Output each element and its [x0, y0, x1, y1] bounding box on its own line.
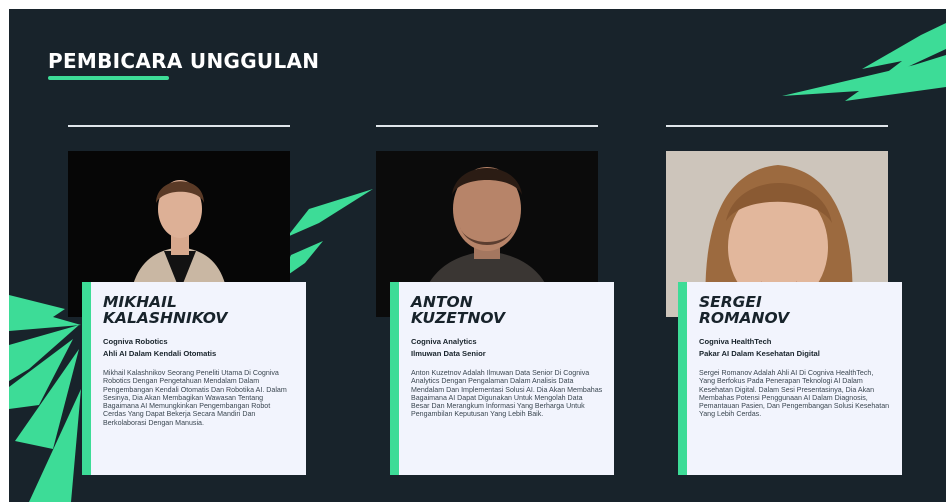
speaker-name: SERGEI ROMANOV — [699, 293, 790, 327]
speaker-bio: Sergei Romanov Adalah Ahli AI Di Cogniva… — [699, 369, 890, 419]
divider-line — [376, 125, 598, 127]
speaker-bio: Anton Kuzetnov Adalah Ilmuwan Data Senio… — [411, 369, 603, 419]
speaker-role: Ilmuwan Data Senior — [411, 349, 486, 358]
title-underline — [48, 76, 169, 80]
speaker-company: Cogniva HealthTech — [699, 337, 772, 346]
speaker-role: Ahli AI Dalam Kendali Otomatis — [103, 349, 217, 358]
speaker-card: SERGEI ROMANOV Cogniva HealthTech Pakar … — [678, 282, 902, 475]
divider-line — [666, 125, 888, 127]
speaker-company: Cogniva Robotics — [103, 337, 168, 346]
speaker-role: Pakar AI Dalam Kesehatan Digital — [699, 349, 820, 358]
card-accent-bar — [678, 282, 687, 475]
speaker-bio: Mikhail Kalashnikov Seorang Peneliti Uta… — [103, 369, 287, 427]
speaker-name: MIKHAIL KALASHNIKOV — [103, 293, 228, 327]
divider-line — [68, 125, 290, 127]
slide: PEMBICARA UNGGULAN MIKHAIL KALASHNIKOV C… — [9, 9, 946, 502]
speaker-name: ANTON KUZETNOV — [411, 293, 506, 327]
card-accent-bar — [82, 282, 91, 475]
card-accent-bar — [390, 282, 399, 475]
speaker-card: ANTON KUZETNOV Cogniva Analytics Ilmuwan… — [390, 282, 614, 475]
speaker-card: MIKHAIL KALASHNIKOV Cogniva Robotics Ahl… — [82, 282, 306, 475]
speaker-company: Cogniva Analytics — [411, 337, 477, 346]
page-title: PEMBICARA UNGGULAN — [48, 49, 320, 73]
